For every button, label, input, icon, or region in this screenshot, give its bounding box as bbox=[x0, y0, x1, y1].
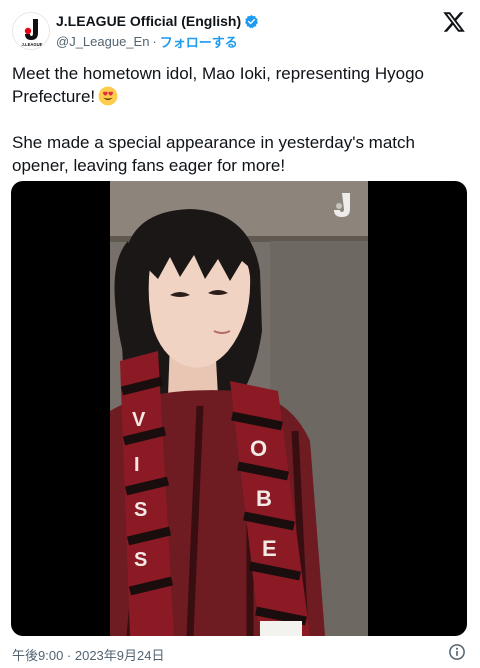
account-avatar[interactable]: J.LEAGUE bbox=[12, 12, 50, 50]
heart-eyes-emoji-icon bbox=[98, 86, 118, 106]
display-name[interactable]: J.LEAGUE Official (English) bbox=[56, 13, 241, 29]
video-player[interactable]: V I S S O B E bbox=[11, 181, 467, 636]
tweet-header: J.LEAGUE J.LEAGUE Official (English) @J_… bbox=[0, 0, 480, 56]
svg-text:S: S bbox=[134, 549, 147, 571]
tweet-line-1: Meet the hometown idol, Mao Ioki, repres… bbox=[12, 64, 425, 106]
info-icon[interactable] bbox=[448, 643, 466, 661]
svg-text:B: B bbox=[256, 486, 272, 511]
timestamp[interactable]: 午後9:00 · 2023年9月24日 bbox=[12, 645, 164, 664]
x-logo-icon[interactable] bbox=[442, 10, 466, 34]
svg-text:S: S bbox=[134, 499, 147, 521]
svg-text:I: I bbox=[134, 454, 140, 476]
verified-badge-icon bbox=[245, 14, 259, 28]
svg-text:O: O bbox=[250, 436, 267, 461]
account-names: J.LEAGUE Official (English) @J_League_En… bbox=[56, 12, 259, 50]
tweet-line-2: She made a special appearance in yesterd… bbox=[12, 133, 415, 175]
tweet-paragraph-1: Meet the hometown idol, Mao Ioki, repres… bbox=[12, 62, 468, 108]
handle-row: @J_League_En · フォローする bbox=[56, 32, 259, 50]
video-still: V I S S O B E bbox=[110, 181, 368, 636]
svg-text:V: V bbox=[132, 409, 146, 431]
svg-text:E: E bbox=[262, 536, 277, 561]
tweet-footer: 午後9:00 · 2023年9月24日 bbox=[12, 643, 468, 663]
tweet-text: Meet the hometown idol, Mao Ioki, repres… bbox=[12, 62, 468, 177]
name-row: J.LEAGUE Official (English) bbox=[56, 12, 259, 30]
video-frame[interactable]: V I S S O B E bbox=[110, 181, 368, 636]
svg-text:J.LEAGUE: J.LEAGUE bbox=[22, 42, 43, 47]
separator-dot: · bbox=[152, 33, 157, 49]
tweet-paragraph-2: She made a special appearance in yesterd… bbox=[12, 131, 468, 177]
follow-button[interactable]: フォローする bbox=[160, 32, 238, 51]
account-handle[interactable]: @J_League_En bbox=[56, 34, 149, 49]
j-league-logo-icon: J.LEAGUE bbox=[13, 13, 49, 49]
